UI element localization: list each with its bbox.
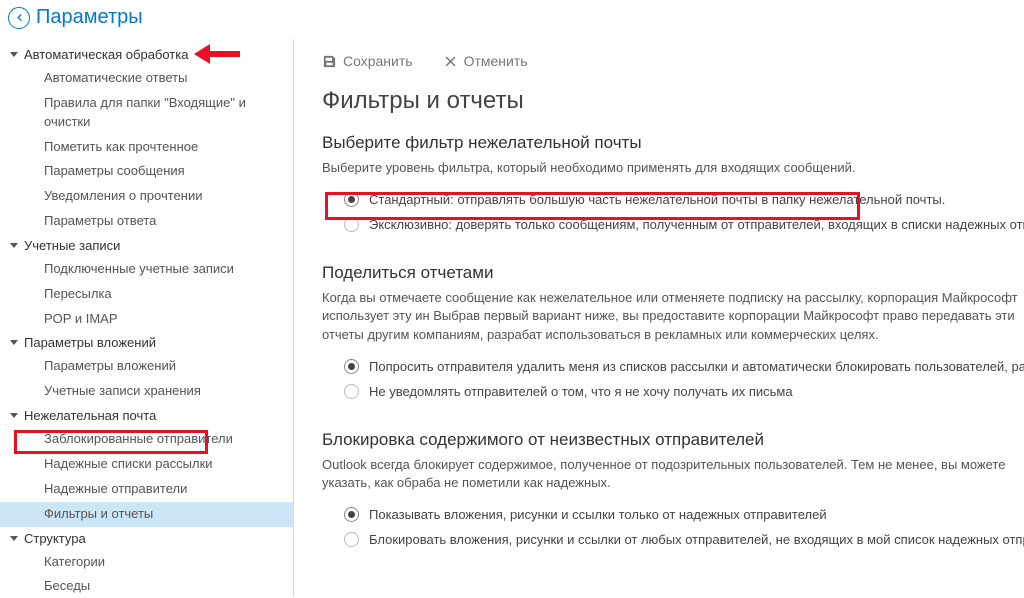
sidebar-group-label: Структура [24,531,86,546]
cancel-label: Отменить [464,53,528,69]
section-share-reports-desc: Когда вы отмечаете сообщение как нежелат… [322,289,1024,344]
sidebar-item-safe-mailing-lists[interactable]: Надежные списки рассылки [0,452,293,477]
sidebar-item-connected-accounts[interactable]: Подключенные учетные записи [0,257,293,282]
radio-label: Блокировать вложения, рисунки и ссылки о… [369,532,1024,547]
section-share-reports-title: Поделиться отчетами [322,263,1024,283]
radio-ask-remove[interactable]: Попросить отправителя удалить меня из сп… [322,354,1024,379]
section-junk-filter-desc: Выберите уровень фильтра, который необхо… [322,159,1024,177]
page-title: Фильтры и отчеты [322,87,1024,115]
sidebar: Автоматическая обработка Автоматические … [0,39,294,597]
section-block-content-desc: Outlook всегда блокирует содержимое, пол… [322,456,1024,492]
radio-label: Эксклюзивно: доверять только сообщениям,… [369,217,1024,232]
sidebar-item-conversations[interactable]: Беседы [0,574,293,597]
radio-icon [344,217,359,232]
radio-label: Показывать вложения, рисунки и ссылки то… [369,507,827,522]
chevron-down-icon [10,413,18,418]
sidebar-item-filters-reports[interactable]: Фильтры и отчеты [0,502,293,527]
chevron-down-icon [10,536,18,541]
header-title: Параметры [36,6,143,29]
sidebar-item-inbox-rules[interactable]: Правила для папки "Входящие" и очистки [0,91,293,135]
sidebar-group-accounts[interactable]: Учетные записи [0,234,293,257]
chevron-down-icon [10,340,18,345]
section-junk-filter-title: Выберите фильтр нежелательной почты [322,133,1024,153]
sidebar-group-layout[interactable]: Структура [0,527,293,550]
close-icon [443,54,458,69]
radio-icon [344,507,359,522]
sidebar-item-reply-settings[interactable]: Параметры ответа [0,209,293,234]
save-button[interactable]: Сохранить [322,53,413,69]
cancel-button[interactable]: Отменить [443,53,528,69]
sidebar-group-label: Автоматическая обработка [24,47,188,62]
sidebar-item-storage-accounts[interactable]: Учетные записи хранения [0,379,293,404]
radio-label: Стандартный: отправлять большую часть не… [369,192,945,207]
sidebar-item-auto-replies[interactable]: Автоматические ответы [0,66,293,91]
sidebar-item-pop-imap[interactable]: POP и IMAP [0,307,293,332]
back-button[interactable] [8,7,30,29]
sidebar-group-label: Нежелательная почта [24,408,156,423]
radio-icon [344,192,359,207]
radio-standard-filter[interactable]: Стандартный: отправлять большую часть не… [322,187,1024,212]
chevron-down-icon [10,243,18,248]
section-block-content-title: Блокировка содержимого от неизвестных от… [322,430,1024,450]
page-header: Параметры [0,0,1024,39]
radio-exclusive-filter[interactable]: Эксклюзивно: доверять только сообщениям,… [322,212,1024,237]
radio-icon [344,532,359,547]
radio-label: Не уведомлять отправителей о том, что я … [369,384,793,399]
radio-dont-notify[interactable]: Не уведомлять отправителей о том, что я … [322,379,1024,404]
toolbar: Сохранить Отменить [322,53,1024,69]
sidebar-item-message-options[interactable]: Параметры сообщения [0,159,293,184]
radio-block-all[interactable]: Блокировать вложения, рисунки и ссылки о… [322,527,1024,552]
save-icon [322,54,337,69]
sidebar-item-categories[interactable]: Категории [0,550,293,575]
radio-show-trusted[interactable]: Показывать вложения, рисунки и ссылки то… [322,502,1024,527]
sidebar-item-forwarding[interactable]: Пересылка [0,282,293,307]
sidebar-item-blocked-senders[interactable]: Заблокированные отправители [0,427,293,452]
sidebar-item-safe-senders[interactable]: Надежные отправители [0,477,293,502]
main-content: Сохранить Отменить Фильтры и отчеты Выбе… [294,39,1024,597]
sidebar-item-attachment-options[interactable]: Параметры вложений [0,354,293,379]
sidebar-item-read-receipts[interactable]: Уведомления о прочтении [0,184,293,209]
sidebar-group-attachments[interactable]: Параметры вложений [0,331,293,354]
sidebar-item-mark-read[interactable]: Пометить как прочтенное [0,135,293,160]
radio-icon [344,359,359,374]
sidebar-group-label: Параметры вложений [24,335,156,350]
save-label: Сохранить [343,53,413,69]
radio-icon [344,384,359,399]
sidebar-group-junk[interactable]: Нежелательная почта [0,404,293,427]
radio-label: Попросить отправителя удалить меня из сп… [369,359,1024,374]
sidebar-group-label: Учетные записи [24,238,120,253]
sidebar-group-auto-processing[interactable]: Автоматическая обработка [0,43,293,66]
chevron-down-icon [10,52,18,57]
